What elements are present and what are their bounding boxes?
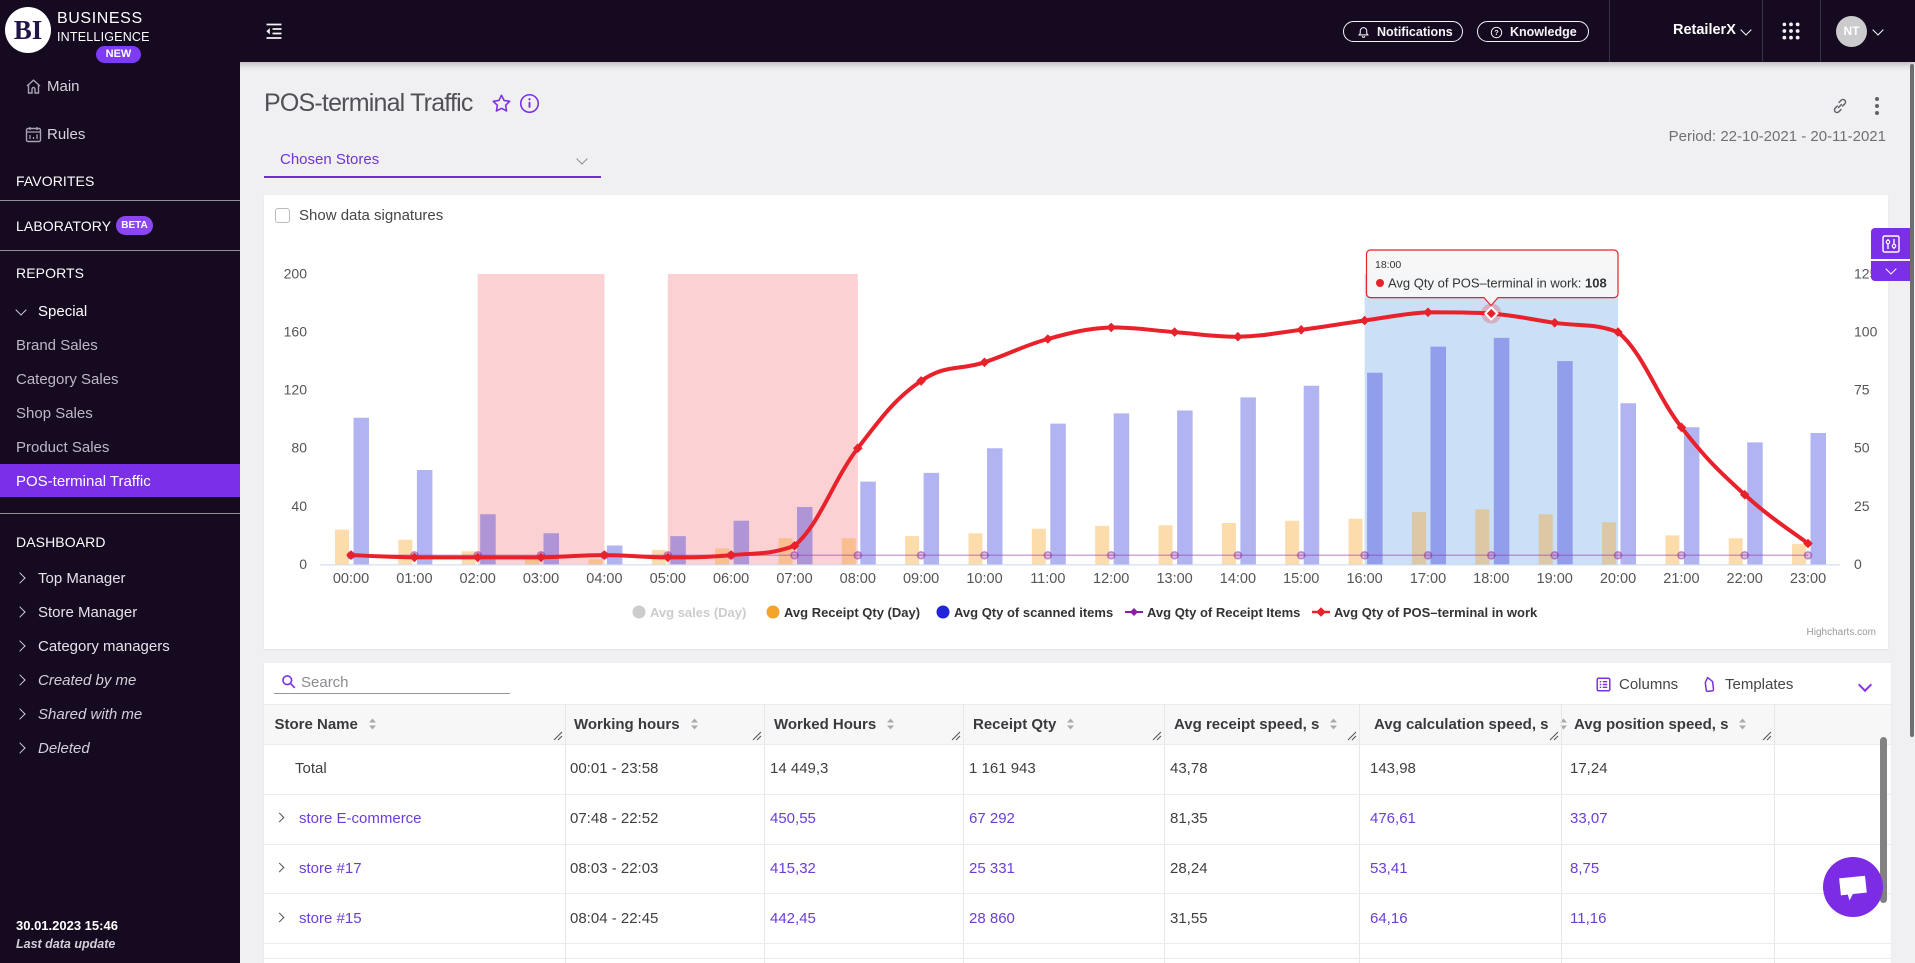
svg-text:50: 50 — [1854, 440, 1870, 456]
svg-text:19:00: 19:00 — [1537, 571, 1573, 587]
svg-text:25: 25 — [1854, 498, 1870, 514]
svg-text:22:00: 22:00 — [1727, 571, 1763, 587]
svg-text:200: 200 — [284, 266, 308, 282]
svg-text:?: ? — [1494, 27, 1499, 36]
svg-text:75: 75 — [1854, 382, 1870, 398]
svg-text:Avg sales (Day): Avg sales (Day) — [650, 605, 746, 620]
svg-text:02:00: 02:00 — [460, 571, 496, 587]
svg-text:21:00: 21:00 — [1663, 571, 1699, 587]
svg-text:160: 160 — [284, 324, 308, 340]
svg-text:09:00: 09:00 — [903, 571, 939, 587]
svg-text:18:00: 18:00 — [1473, 571, 1509, 587]
svg-text:Avg Qty of Receipt Items: Avg Qty of Receipt Items — [1147, 605, 1300, 620]
svg-text:08:00: 08:00 — [840, 571, 876, 587]
svg-text:11:00: 11:00 — [1030, 571, 1065, 587]
svg-text:15:00: 15:00 — [1283, 571, 1319, 587]
svg-text:Avg Qty of scanned items: Avg Qty of scanned items — [954, 605, 1113, 620]
svg-text:18:00: 18:00 — [1375, 259, 1401, 271]
svg-text:Highcharts.com: Highcharts.com — [1807, 627, 1876, 638]
svg-text:16:00: 16:00 — [1346, 571, 1382, 587]
svg-text:120: 120 — [284, 382, 308, 398]
svg-text:00:00: 00:00 — [333, 571, 369, 587]
svg-text:05:00: 05:00 — [650, 571, 686, 587]
svg-text:04:00: 04:00 — [586, 571, 622, 587]
svg-text:10:00: 10:00 — [966, 571, 1002, 587]
svg-text:Avg Receipt Qty (Day): Avg Receipt Qty (Day) — [784, 605, 920, 620]
svg-text:06:00: 06:00 — [713, 571, 749, 587]
svg-text:17:00: 17:00 — [1410, 571, 1446, 587]
svg-text:13:00: 13:00 — [1156, 571, 1192, 587]
svg-text:01:00: 01:00 — [396, 571, 432, 587]
svg-text:07:00: 07:00 — [776, 571, 812, 587]
svg-text:14:00: 14:00 — [1220, 571, 1256, 587]
svg-text:0: 0 — [299, 556, 307, 572]
svg-text:23:00: 23:00 — [1790, 571, 1826, 587]
svg-text:12:00: 12:00 — [1093, 571, 1129, 587]
svg-text:Avg Qty of POS–terminal in wor: Avg Qty of POS–terminal in work: 108 — [1388, 276, 1607, 291]
svg-text:100: 100 — [1854, 324, 1878, 340]
svg-text:03:00: 03:00 — [523, 571, 559, 587]
svg-text:40: 40 — [291, 498, 307, 514]
svg-text:Avg Qty of POS–terminal in wor: Avg Qty of POS–terminal in work — [1334, 605, 1538, 620]
svg-text:0: 0 — [1854, 556, 1862, 572]
svg-text:80: 80 — [291, 440, 307, 456]
svg-text:20:00: 20:00 — [1600, 571, 1636, 587]
